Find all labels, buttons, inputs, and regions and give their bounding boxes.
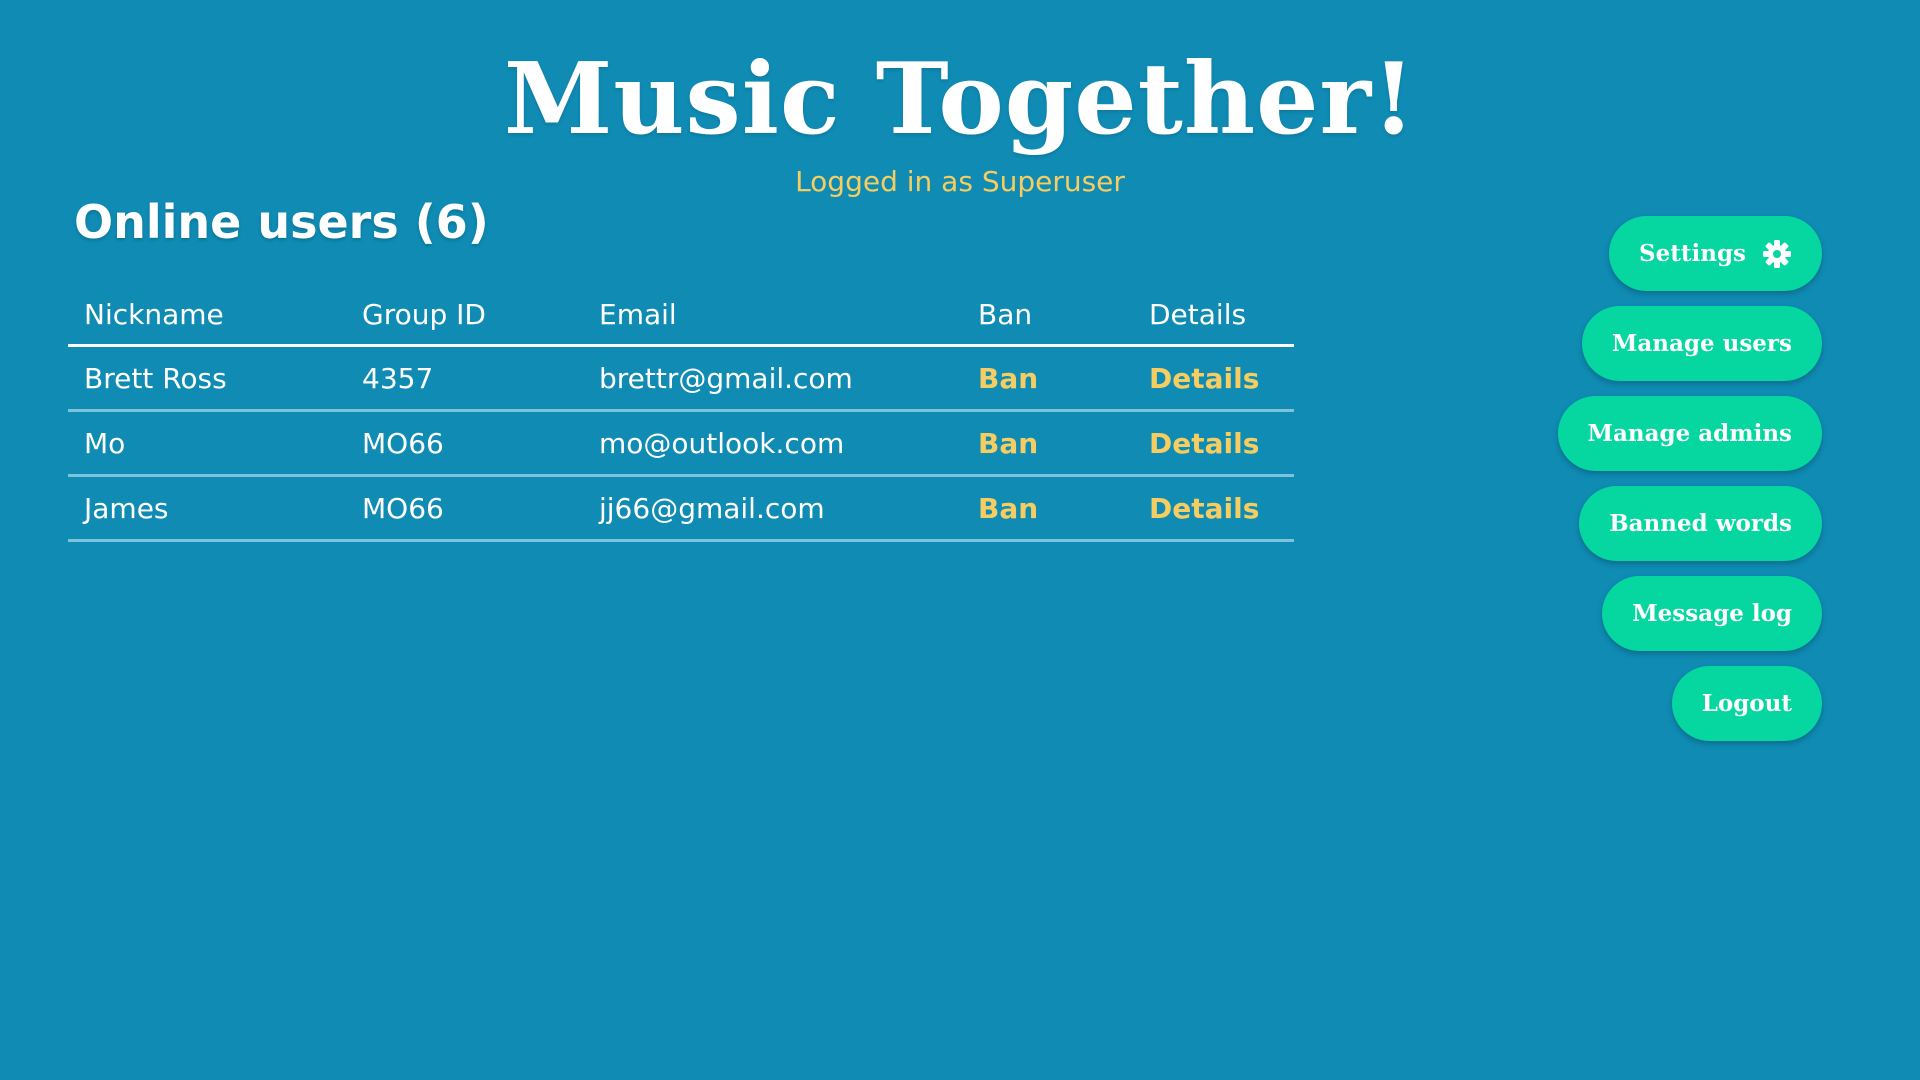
logout-button[interactable]: Logout <box>1671 666 1822 741</box>
gear-icon <box>1762 239 1792 269</box>
column-header-group-id: Group ID <box>346 284 583 347</box>
email-cell: brettr@gmail.com <box>583 345 962 412</box>
manage-users-button[interactable]: Manage users <box>1581 306 1822 381</box>
group-id-cell: MO66 <box>346 475 583 542</box>
ban-cell: Ban <box>962 345 1133 412</box>
column-header-email: Email <box>583 284 962 347</box>
column-header-ban: Ban <box>962 284 1133 347</box>
details-link[interactable]: Details <box>1149 492 1259 525</box>
email-cell: mo@outlook.com <box>583 410 962 477</box>
column-header-details: Details <box>1133 284 1294 347</box>
online-users-heading: Online users (6) <box>74 195 489 249</box>
details-cell: Details <box>1133 410 1294 477</box>
nickname-cell: Mo <box>68 410 346 477</box>
details-link[interactable]: Details <box>1149 362 1259 395</box>
details-cell: Details <box>1133 475 1294 542</box>
settings-button-label: Settings <box>1639 240 1746 267</box>
ban-link[interactable]: Ban <box>978 362 1038 395</box>
nickname-cell: James <box>68 475 346 542</box>
online-users-table: Nickname Group ID Email Ban Details Bret… <box>68 284 1294 542</box>
ban-link[interactable]: Ban <box>978 492 1038 525</box>
column-header-nickname: Nickname <box>68 284 346 347</box>
table-row: James MO66 jj66@gmail.com Ban Details <box>68 475 1294 542</box>
table-header-row: Nickname Group ID Email Ban Details <box>68 284 1294 347</box>
table-row: Brett Ross 4357 brettr@gmail.com Ban Det… <box>68 345 1294 412</box>
settings-button[interactable]: Settings <box>1609 216 1822 291</box>
details-cell: Details <box>1133 345 1294 412</box>
manage-admins-button[interactable]: Manage admins <box>1557 396 1822 471</box>
banned-words-button[interactable]: Banned words <box>1579 486 1822 561</box>
app-title: Music Together! <box>503 42 1417 157</box>
ban-link[interactable]: Ban <box>978 427 1038 460</box>
ban-cell: Ban <box>962 410 1133 477</box>
group-id-cell: 4357 <box>346 345 583 412</box>
email-cell: jj66@gmail.com <box>583 475 962 542</box>
details-link[interactable]: Details <box>1149 427 1259 460</box>
nickname-cell: Brett Ross <box>68 345 346 412</box>
admin-menu: Settings Manage users Manage admins Bann… <box>1557 216 1822 741</box>
message-log-button[interactable]: Message log <box>1602 576 1822 651</box>
ban-cell: Ban <box>962 475 1133 542</box>
table-row: Mo MO66 mo@outlook.com Ban Details <box>68 410 1294 477</box>
group-id-cell: MO66 <box>346 410 583 477</box>
